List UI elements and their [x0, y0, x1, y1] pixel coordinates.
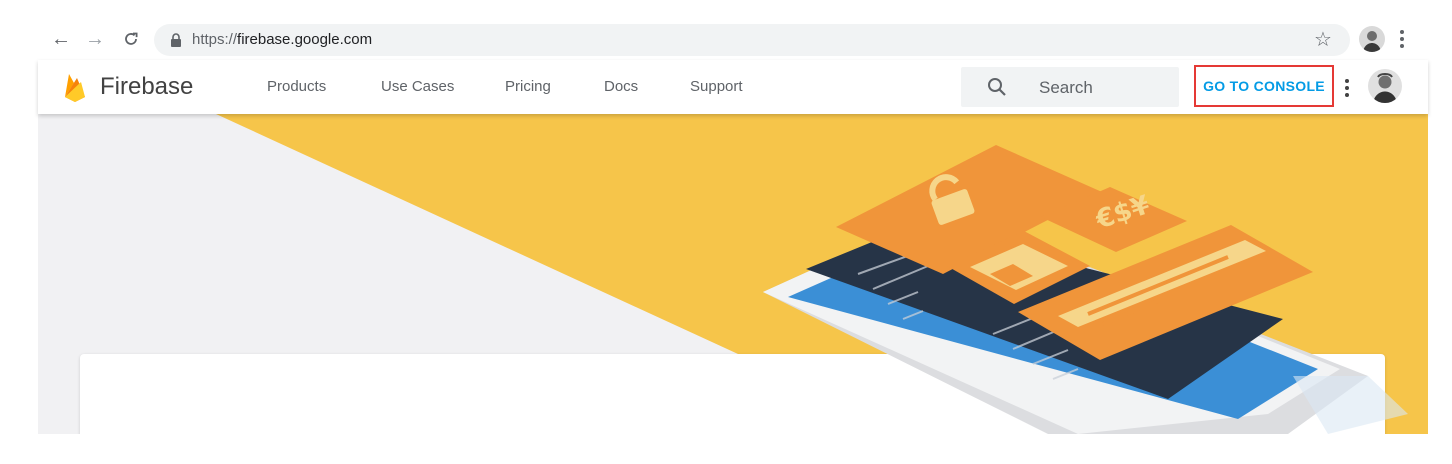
back-arrow-icon[interactable]: ←	[50, 28, 72, 50]
hero-banner: €$¥	[38, 114, 1428, 434]
forward-arrow-icon[interactable]: →	[84, 28, 106, 50]
go-to-console-button[interactable]: GO TO CONSOLE	[1194, 65, 1334, 107]
nav-products[interactable]: Products	[267, 78, 326, 95]
lock-icon	[171, 33, 181, 47]
bookmark-star-icon[interactable]: ☆	[1314, 27, 1332, 52]
more-options-icon[interactable]	[1343, 77, 1351, 99]
browser-profile-avatar[interactable]	[1359, 26, 1385, 52]
search-placeholder: Search	[1039, 78, 1093, 97]
browser-menu-icon[interactable]	[1398, 28, 1406, 50]
brand-name[interactable]: Firebase	[100, 73, 193, 101]
url-host: firebase.google.com	[237, 31, 373, 48]
nav-pricing[interactable]: Pricing	[505, 78, 551, 95]
nav-docs[interactable]: Docs	[604, 78, 638, 95]
firebase-flame-icon[interactable]	[64, 72, 86, 102]
nav-support[interactable]: Support	[690, 78, 743, 95]
address-bar[interactable]: https://firebase.google.com	[154, 24, 1350, 56]
browser-toolbar: ← → https://firebase.google.com ☆	[0, 0, 1452, 60]
nav-use-cases[interactable]: Use Cases	[381, 78, 454, 95]
phone-illustration: €$¥	[763, 145, 1408, 434]
url-scheme: https://	[192, 31, 238, 48]
search-icon	[988, 78, 1006, 96]
url-text: https://firebase.google.com	[192, 31, 372, 48]
site-header: Firebase Products Use Cases Pricing Docs…	[38, 60, 1428, 114]
reload-icon[interactable]	[120, 28, 142, 50]
search-input[interactable]: Search	[961, 67, 1179, 107]
user-avatar[interactable]	[1368, 69, 1402, 103]
